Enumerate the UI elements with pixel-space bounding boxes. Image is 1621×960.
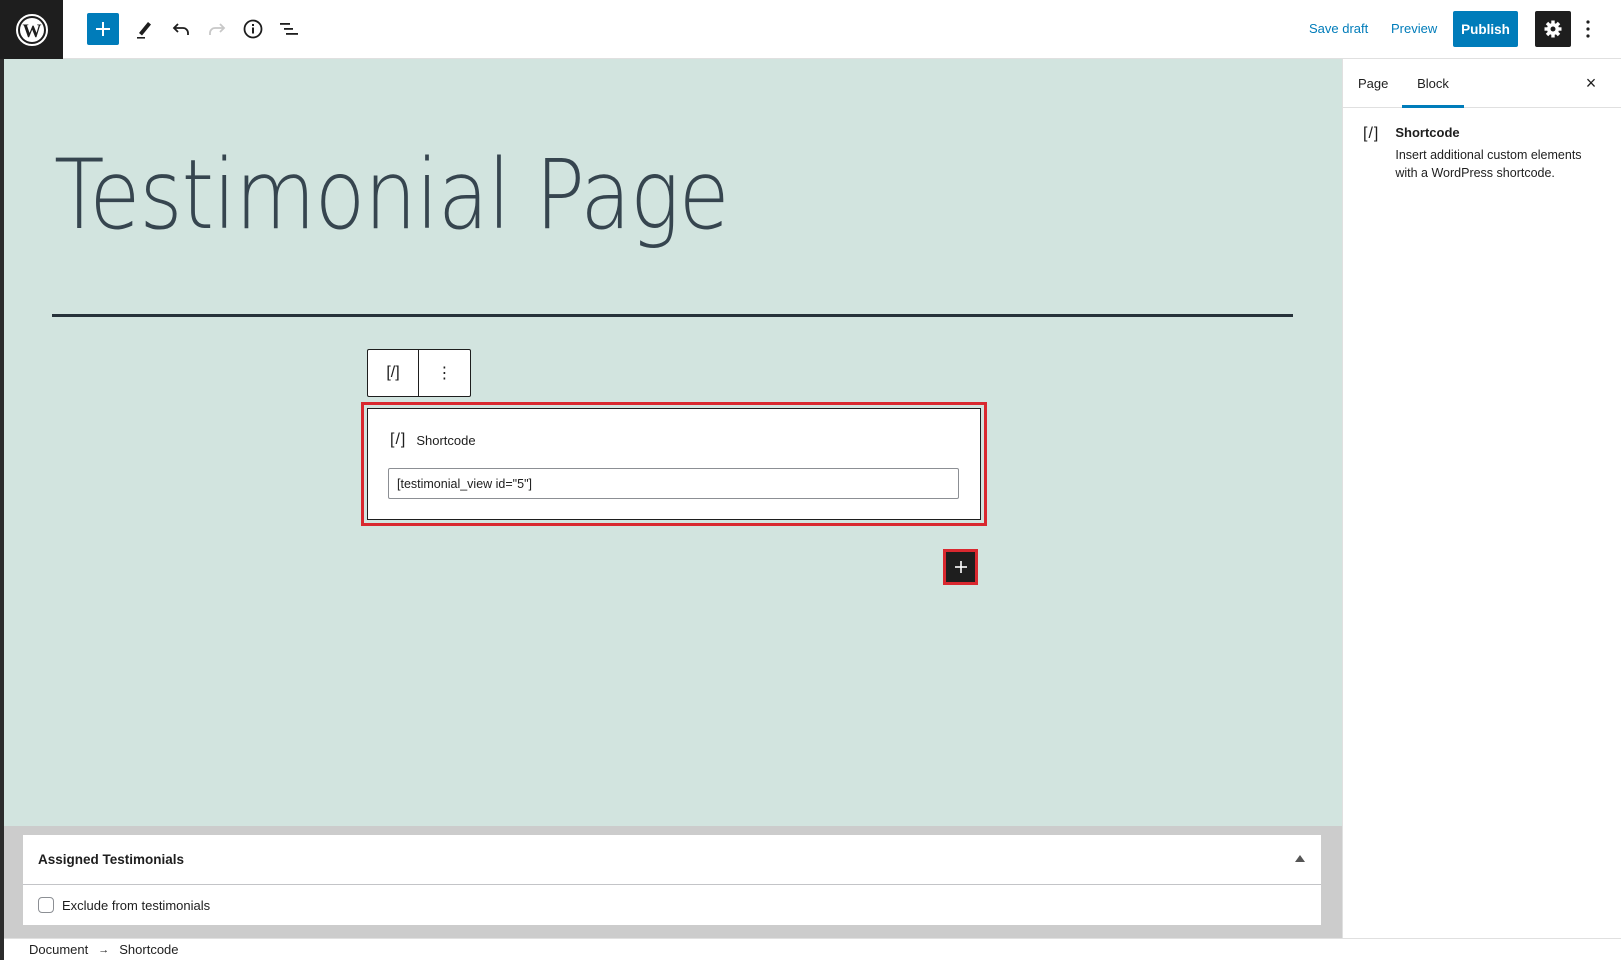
collapse-arrow-icon[interactable] — [1295, 855, 1305, 862]
wordpress-icon: W — [15, 13, 48, 46]
more-vertical-icon: ⋮ — [436, 365, 453, 382]
options-button[interactable] — [1580, 13, 1596, 45]
block-toolbar: [/] ⋮ — [367, 349, 471, 397]
breadcrumb-shortcode[interactable]: Shortcode — [119, 942, 178, 957]
metabox-title: Assigned Testimonials — [38, 852, 185, 867]
save-draft-button[interactable]: Save draft — [1309, 21, 1368, 36]
undo-button[interactable] — [165, 13, 197, 45]
sidebar-tabs: Page Block × — [1343, 59, 1621, 108]
publish-button[interactable]: Publish — [1453, 11, 1518, 47]
shortcode-block-label: [/] Shortcode — [390, 431, 476, 449]
settings-sidebar: Page Block × [/] Shortcode Insert additi… — [1342, 59, 1621, 938]
metabox-header[interactable]: Assigned Testimonials — [23, 835, 1321, 885]
block-card-content: Shortcode Insert additional custom eleme… — [1395, 125, 1605, 182]
block-card-title: Shortcode — [1395, 125, 1460, 140]
breadcrumb-document[interactable]: Document — [29, 942, 88, 957]
separator-block[interactable] — [52, 314, 1293, 317]
meta-boxes-area: Assigned Testimonials Exclude from testi… — [4, 826, 1342, 938]
tab-page[interactable]: Page — [1358, 59, 1388, 108]
shortcode-input[interactable] — [388, 468, 959, 499]
tools-button[interactable] — [128, 13, 160, 45]
editor-canvas[interactable]: Testimonial Page [/] ⋮ [/] Shortcode — [4, 59, 1342, 826]
exclude-checkbox-label[interactable]: Exclude from testimonials — [62, 898, 210, 913]
block-inserter-button[interactable] — [946, 552, 975, 582]
wordpress-logo-button[interactable]: W — [0, 0, 63, 59]
svg-text:W: W — [22, 21, 41, 42]
shortcode-block[interactable]: [/] Shortcode — [367, 408, 981, 520]
metabox-body: Exclude from testimonials — [23, 885, 1321, 925]
shortcode-icon: [/] — [1363, 125, 1380, 142]
details-button[interactable] — [237, 13, 269, 45]
pencil-icon — [137, 22, 151, 39]
breadcrumb-arrow-icon: → — [98, 943, 110, 956]
add-block-button[interactable] — [87, 13, 119, 45]
close-icon[interactable]: × — [1581, 73, 1601, 93]
page-title[interactable]: Testimonial Page — [54, 139, 730, 251]
preview-button[interactable]: Preview — [1391, 21, 1437, 36]
undo-icon — [172, 23, 189, 35]
plus-icon — [96, 22, 110, 36]
block-card-description: Insert additional custom elements with a… — [1395, 148, 1582, 180]
block-card: [/] Shortcode Insert additional custom e… — [1363, 125, 1605, 182]
tab-block[interactable]: Block — [1402, 59, 1464, 108]
block-options-button[interactable]: ⋮ — [419, 350, 470, 396]
plus-icon — [954, 561, 967, 573]
more-vertical-icon — [1586, 20, 1590, 38]
list-view-icon — [280, 23, 298, 35]
exclude-checkbox[interactable] — [38, 897, 54, 913]
editor-header: W Save draft Preview Publish — [0, 0, 1621, 59]
redo-icon — [209, 23, 226, 35]
assigned-testimonials-metabox: Assigned Testimonials Exclude from testi… — [23, 835, 1321, 925]
shortcode-icon: [/] — [386, 364, 400, 381]
info-icon — [243, 19, 263, 39]
settings-button[interactable] — [1535, 11, 1571, 47]
list-view-button[interactable] — [273, 13, 305, 45]
gear-icon — [1544, 20, 1562, 38]
block-breadcrumb: Document → Shortcode — [4, 938, 1621, 960]
shortcode-icon: [/] — [390, 431, 407, 448]
shortcode-label-text: Shortcode — [416, 432, 476, 448]
block-type-button[interactable]: [/] — [368, 350, 419, 396]
redo-button[interactable] — [201, 13, 233, 45]
